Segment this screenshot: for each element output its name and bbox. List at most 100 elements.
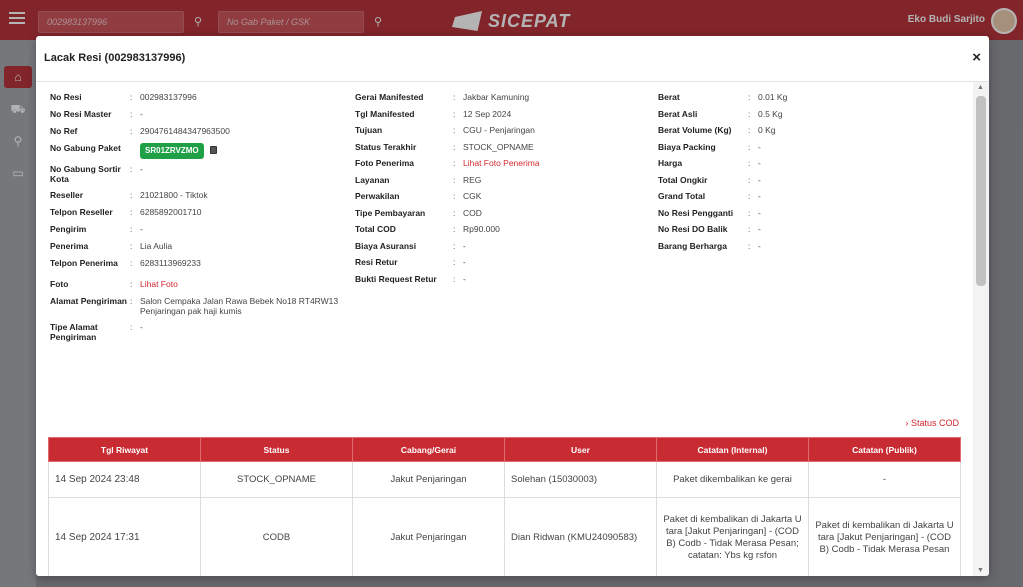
info-label: Total Ongkir <box>658 174 708 185</box>
info-label: Berat Asli <box>658 108 698 119</box>
info-label: Alamat Pengiriman <box>50 296 127 306</box>
info-row: Tgl Manifested:12 Sep 2024 <box>355 109 645 126</box>
table-cell: STOCK_OPNAME <box>200 461 353 498</box>
table-cell: Paket dikembalikan ke gerai <box>656 461 809 498</box>
info-row: No Gabung Paket SR01ZRVZMO <box>50 143 350 164</box>
scroll-down-icon[interactable]: ▼ <box>977 567 984 574</box>
info-value: SR01ZRVZMO <box>140 143 340 159</box>
copy-icon[interactable] <box>209 146 217 154</box>
modal-scrollbar[interactable]: ▲ ▼ <box>973 82 989 576</box>
info-row: Berat Asli:0.5 Kg <box>658 109 948 126</box>
table-cell: Solehan (15030003) <box>504 461 657 498</box>
table-cell: Paket di kembalikan di Jakarta Utara [Ja… <box>656 497 809 576</box>
info-label: No Resi Pengganti <box>658 207 734 218</box>
info-value: 0 Kg <box>758 125 776 135</box>
info-separator: : <box>453 125 456 135</box>
info-row: No Resi DO Balik: - <box>658 224 948 241</box>
info-row: Status Terakhir: STOCK_OPNAME <box>355 142 645 159</box>
info-label: Berat <box>658 92 680 102</box>
info-separator: : <box>453 158 456 168</box>
info-separator: : <box>453 92 456 102</box>
info-value: 2904761484347963500 <box>140 126 230 136</box>
info-separator: : <box>130 241 133 251</box>
info-value: 002983137996 <box>140 92 197 102</box>
table-header-cell: User <box>504 437 657 462</box>
info-label: Gerai Manifested <box>355 92 424 102</box>
info-value: - <box>463 240 466 251</box>
info-row: Telpon Penerima:6283113969233 <box>50 258 350 279</box>
info-label: No Resi <box>50 92 82 102</box>
info-label: Biaya Packing <box>658 141 716 152</box>
modal-header: Lacak Resi (002983137996) × <box>36 36 989 82</box>
info-row: No Resi Master: - <box>50 109 350 126</box>
info-value: - <box>758 174 761 185</box>
info-label: Status Terakhir <box>355 141 417 152</box>
info-value: 21021800 - Tiktok <box>140 190 208 200</box>
info-separator: : <box>130 322 133 332</box>
table-cell: Dian Ridwan (KMU24090583) <box>504 497 657 576</box>
info-row: Foto Penerima: Lihat Foto Penerima <box>355 158 645 175</box>
info-value: - <box>140 322 143 332</box>
info-separator: : <box>453 207 456 218</box>
info-value: STOCK_OPNAME <box>463 141 534 152</box>
info-value: - <box>140 224 143 234</box>
info-value: CGK <box>463 191 482 201</box>
info-value: 12 Sep 2024 <box>463 108 512 119</box>
info-separator: : <box>453 257 456 267</box>
info-label: Harga <box>658 158 683 168</box>
history-table: Tgl Riwayat Status Cabang/Gerai User Catatan… <box>48 437 961 576</box>
info-link[interactable]: Lihat Foto Penerima <box>463 158 643 168</box>
info-row: Barang Berharga: - <box>658 241 948 258</box>
scrollbar-thumb[interactable] <box>976 96 986 286</box>
info-label: No Resi DO Balik <box>658 224 728 234</box>
info-value: Lia Aulia <box>140 241 173 251</box>
table-row: 14 Sep 2024 23:48 STOCK_OPNAME Jakut Penja… <box>48 461 961 498</box>
info-value: 0.5 Kg <box>758 108 783 119</box>
close-icon[interactable]: × <box>972 49 981 66</box>
status-cod-link[interactable]: › Status COD <box>905 418 959 428</box>
table-cell: Paket di kembalikan di Jakarta Utara [Ja… <box>808 497 961 576</box>
info-separator: : <box>130 164 133 174</box>
info-label: Pengirim <box>50 224 87 234</box>
info-separator: : <box>453 224 456 234</box>
info-value: 0.01 Kg <box>758 92 788 102</box>
info-separator: : <box>130 190 133 200</box>
info-row: Tujuan: CGU - Penjaringan <box>355 125 645 142</box>
info-row: Gerai Manifested: Jakbar Kamuning <box>355 92 645 109</box>
table-cell: Jakut Penjaringan <box>352 497 505 576</box>
info-separator: : <box>748 141 751 152</box>
info-link[interactable]: Lihat Foto <box>140 279 340 289</box>
scroll-up-icon[interactable]: ▲ <box>977 84 984 91</box>
info-separator: : <box>748 224 751 234</box>
info-label: Tipe Alamat Pengiriman <box>50 322 98 342</box>
info-value: 6283113969233 <box>140 258 201 268</box>
info-row: Berat:0.01 Kg <box>658 92 948 109</box>
info-separator: : <box>130 279 133 289</box>
info-value: - <box>463 273 466 284</box>
info-value: Salon Cempaka Jalan Rawa Bebek No18 RT4R… <box>140 296 339 316</box>
info-value: - <box>758 240 761 251</box>
info-separator: : <box>130 296 133 306</box>
info-row: Foto: Lihat Foto <box>50 279 350 296</box>
info-row: No Resi:002983137996 <box>50 92 350 109</box>
info-row: Alamat Pengiriman: Salon Cempaka Jalan Ra… <box>50 296 350 322</box>
info-separator: : <box>453 108 456 119</box>
info-label: Foto <box>50 279 69 289</box>
info-value: - <box>758 207 761 218</box>
gabung-paket-badge[interactable]: SR01ZRVZMO <box>140 143 204 159</box>
info-row: Layanan: REG <box>355 175 645 192</box>
info-separator: : <box>130 207 133 217</box>
table-header-cell: Catatan (Publik) <box>808 437 961 462</box>
info-label: Bukti Request Retur <box>355 273 437 284</box>
info-value: - <box>758 158 761 168</box>
info-separator: : <box>453 191 456 201</box>
info-separator: : <box>453 240 456 251</box>
info-row: Tipe Pembayaran: COD <box>355 208 645 225</box>
table-cell: CODB <box>200 497 353 576</box>
table-header-cell: Tgl Riwayat <box>48 437 201 462</box>
info-separator: : <box>453 174 456 185</box>
info-label: No Resi Master <box>50 109 112 119</box>
info-row: No Gabung Sortir Kota: - <box>50 164 350 190</box>
info-label: Penerima <box>50 241 89 251</box>
info-separator: : <box>748 108 751 119</box>
